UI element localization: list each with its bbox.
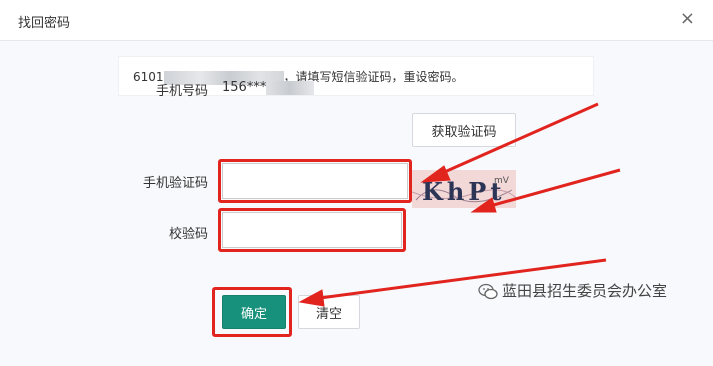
captcha-small-text: mV (494, 176, 510, 186)
verify-code-input[interactable] (222, 212, 402, 248)
clear-button[interactable]: 清空 (298, 295, 360, 329)
close-icon[interactable]: × (680, 8, 695, 29)
phone-label: 手机号码 (155, 84, 208, 99)
watermark: 蓝田县招生委员会办公室 (478, 280, 667, 301)
watermark-text: 蓝田县招生委员会办公室 (502, 282, 668, 300)
get-code-button[interactable]: 获取验证码 (412, 113, 516, 147)
dialog-titlebar: 找回密码 × (0, 0, 713, 41)
phone-value: 156*** (222, 80, 315, 95)
confirm-button[interactable]: 确定 (222, 295, 286, 329)
reset-password-dialog: 找回密码 × 6101 ，请填写短信验证码，重设密码。 手机号码 156*** 获… (0, 0, 713, 366)
wechat-icon (478, 283, 498, 299)
captcha-text: KhPt (422, 177, 505, 206)
sms-code-label: 手机验证码 (142, 176, 208, 191)
phone-number: 156*** (222, 80, 267, 95)
dialog-title: 找回密码 (18, 16, 71, 31)
captcha-image[interactable]: KhPt mV (412, 170, 516, 208)
sms-code-input[interactable] (222, 163, 408, 199)
verify-code-label: 校验码 (168, 227, 208, 242)
redacted-mask (266, 80, 315, 95)
